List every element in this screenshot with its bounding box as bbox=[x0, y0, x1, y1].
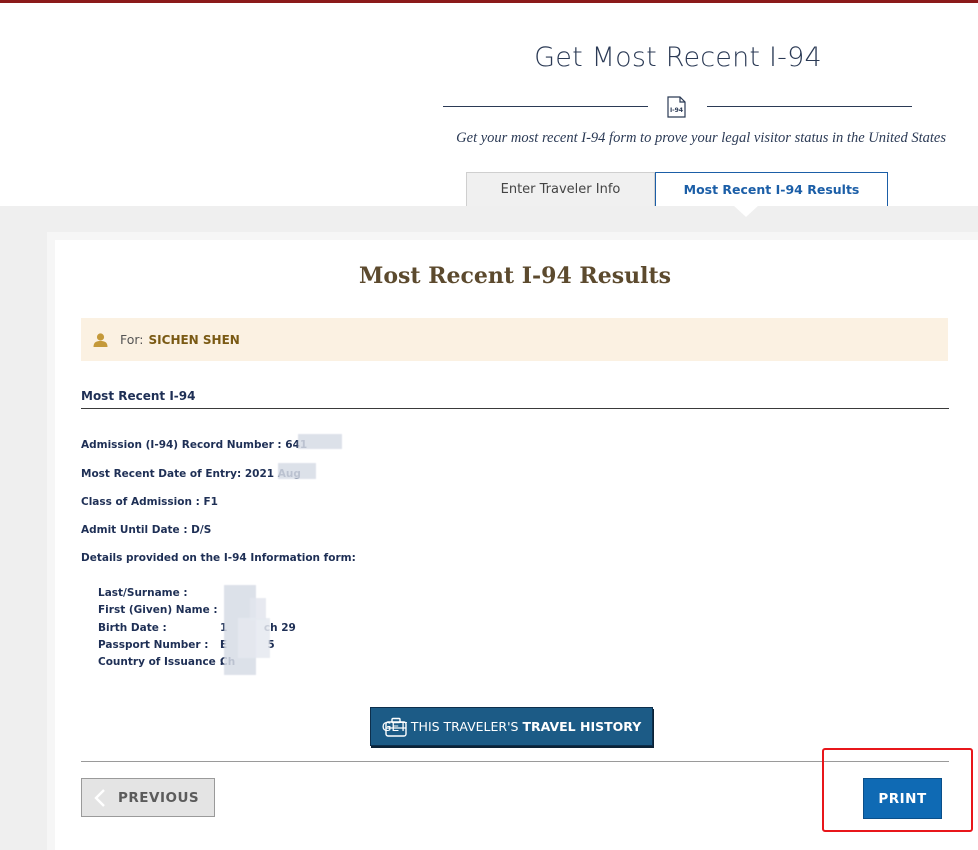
suitcase-icon bbox=[385, 717, 407, 737]
user-icon bbox=[93, 332, 108, 347]
details-intro: Details provided on the I-94 Information… bbox=[81, 552, 356, 564]
tab-most-recent-results[interactable]: Most Recent I-94 Results bbox=[655, 172, 888, 206]
i94-icon-label: I-94 bbox=[670, 107, 683, 114]
detail-label-surname: Last/Surname : bbox=[98, 587, 188, 599]
travel-history-bold: TRAVEL HISTORY bbox=[522, 719, 642, 734]
detail-label-birth-date: Birth Date : bbox=[98, 622, 167, 634]
section-divider bbox=[81, 408, 949, 409]
chevron-left-icon bbox=[94, 788, 105, 807]
previous-label: PREVIOUS bbox=[118, 789, 200, 806]
footer-divider bbox=[81, 761, 949, 762]
detail-label-passport: Passport Number : bbox=[98, 639, 209, 651]
admission-record-number: Admission (I-94) Record Number : 641 bbox=[81, 439, 308, 451]
detail-label-given-name: First (Given) Name : bbox=[98, 604, 218, 616]
section-title: Most Recent I-94 bbox=[81, 389, 196, 403]
redaction-blur bbox=[298, 434, 342, 449]
page-title: Get Most Recent I-94 bbox=[534, 42, 822, 73]
date-of-entry: Most Recent Date of Entry: 2021 Aug bbox=[81, 468, 301, 480]
title-divider-left bbox=[443, 106, 648, 107]
tab-enter-traveler-info[interactable]: Enter Traveler Info bbox=[466, 172, 655, 206]
redaction-blur bbox=[250, 598, 266, 620]
top-accent-bar bbox=[0, 0, 978, 3]
travel-history-button[interactable]: GET THIS TRAVELER'S TRAVEL HISTORY bbox=[370, 707, 653, 746]
tab-bar: Enter Traveler Info Most Recent I-94 Res… bbox=[466, 172, 888, 206]
i94-document-icon: I-94 bbox=[667, 96, 686, 118]
previous-button[interactable]: PREVIOUS bbox=[81, 778, 215, 817]
redaction-blur bbox=[278, 463, 316, 479]
traveler-banner: For: SICHEN SHEN bbox=[81, 318, 948, 361]
title-divider-right bbox=[707, 106, 912, 107]
traveler-name: SICHEN SHEN bbox=[148, 332, 240, 347]
admit-until-date: Admit Until Date : D/S bbox=[81, 524, 212, 536]
detail-label-country: Country of Issuance : bbox=[98, 656, 224, 668]
class-of-admission: Class of Admission : F1 bbox=[81, 496, 218, 508]
page-subtitle: Get your most recent I-94 form to prove … bbox=[456, 130, 946, 146]
results-heading: Most Recent I-94 Results bbox=[359, 263, 671, 289]
active-tab-pointer bbox=[733, 205, 759, 217]
print-highlight-annotation bbox=[822, 748, 973, 832]
redaction-blur bbox=[238, 618, 270, 658]
for-label: For: bbox=[120, 332, 144, 347]
